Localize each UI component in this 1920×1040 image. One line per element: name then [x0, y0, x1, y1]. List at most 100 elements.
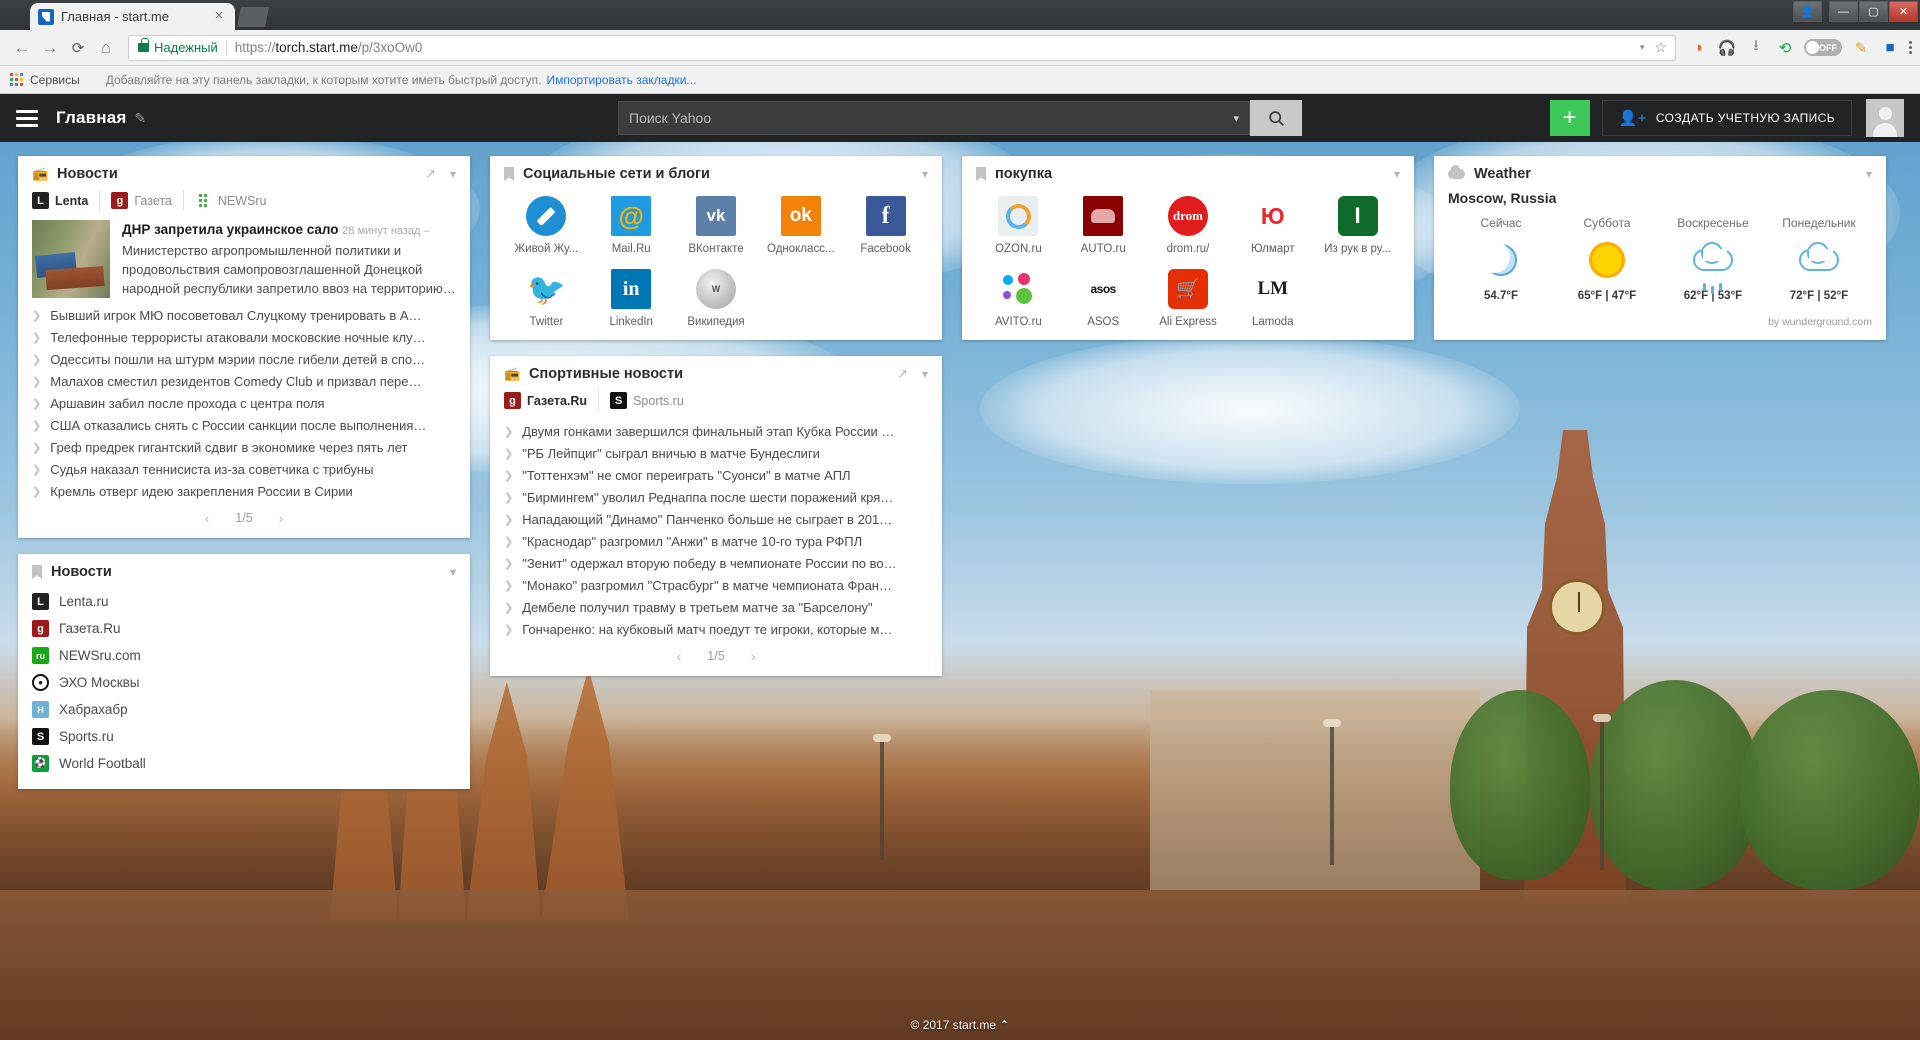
pager-next-icon[interactable]: › — [279, 510, 284, 526]
pager-prev-icon[interactable]: ‹ — [205, 510, 210, 526]
list-item[interactable]: ❯ "Зенит" одержал вторую победу в чемпион… — [504, 552, 928, 574]
featured-article[interactable]: ДНР запретила украинское сало 28 минут н… — [32, 220, 456, 298]
pager-next-icon[interactable]: › — [751, 648, 756, 664]
bookmark-star-icon[interactable]: ☆ — [1654, 39, 1667, 56]
list-item[interactable]: ❯ Одесситы пошли на штурм мэрии после гиб… — [32, 348, 456, 370]
list-item[interactable]: ❯ "РБ Лейпциг" сыграл вничью в матче Бунд… — [504, 442, 928, 464]
forward-icon[interactable]: → — [36, 34, 64, 62]
list-item[interactable]: H Хабрахабр — [32, 696, 456, 723]
tile-mailru[interactable]: @ Mail.Ru — [589, 196, 674, 255]
tile-livejournal[interactable]: Живой Жу... — [504, 196, 589, 255]
list-item[interactable]: S Sports.ru — [32, 723, 456, 750]
tile-twitter[interactable]: 🐦 Twitter — [504, 269, 589, 329]
list-item[interactable]: ❯ Аршавин забил после прохода с центра по… — [32, 392, 456, 414]
tile-asos[interactable]: asos ASOS — [1061, 269, 1146, 328]
tile-avito[interactable]: AVITO.ru — [976, 269, 1061, 328]
collapse-arrow-icon[interactable]: ⌃ — [999, 1018, 1009, 1032]
pencil-icon[interactable]: ✎ — [135, 110, 147, 127]
reload-icon[interactable]: ⟳ — [64, 34, 92, 62]
create-account-button[interactable]: 👤+ СОЗДАТЬ УЧЕТНУЮ ЗАПИСЬ — [1601, 100, 1852, 136]
list-item[interactable]: ❯ "Бирмингем" уволил Реднаппа после шести… — [504, 486, 928, 508]
address-bar[interactable]: Надежный https://torch.start.me/p/3xoOw0… — [128, 34, 1676, 61]
close-window-button[interactable]: ✕ — [1889, 1, 1918, 22]
tile-ulmart[interactable]: Ю Юлмарт — [1230, 196, 1315, 255]
tile-izrukvruki[interactable]: I Из рук в ру... — [1315, 196, 1400, 255]
download-icon[interactable]: ⭳ — [1746, 37, 1766, 58]
chevron-down-icon[interactable]: ▾ — [1640, 42, 1645, 53]
list-item[interactable]: ❯ "Краснодар" разгромил "Анжи" в матче 10… — [504, 530, 928, 552]
new-tab-button[interactable] — [237, 7, 269, 27]
list-item[interactable]: ❯ Гончаренко: на кубковый матч поедут те … — [504, 618, 928, 640]
startme-extension-icon[interactable]: ■ — [1880, 38, 1900, 58]
list-item[interactable]: ❯ Судья наказал теннисиста из-за советчик… — [32, 458, 456, 480]
feed-source-gazeta[interactable]: g Газета.Ru — [504, 390, 600, 411]
apps-grid-icon[interactable] — [10, 73, 23, 86]
list-item[interactable]: ❯ "Тоттенхэм" не смог переиграть "Суонси"… — [504, 464, 928, 486]
list-item[interactable]: ❯ Дембеле получил травму в третьем матче … — [504, 596, 928, 618]
home-icon[interactable]: ⌂ — [92, 34, 120, 62]
chevron-down-icon[interactable]: ▾ — [1233, 112, 1239, 125]
tile-lamoda[interactable]: LM Lamoda — [1230, 269, 1315, 328]
list-item[interactable]: ❯ Телефонные террористы атаковали московс… — [32, 326, 456, 348]
feed-source-sports[interactable]: S Sports.ru — [599, 390, 695, 411]
list-item[interactable]: ❯ Малахов сместил резидентов Comedy Club … — [32, 370, 456, 392]
add-widget-button[interactable]: + — [1549, 100, 1590, 136]
browser-tab[interactable]: Главная - start.me × — [30, 3, 235, 30]
mailru-icon: @ — [611, 196, 652, 236]
feed-source-gazeta[interactable]: g Газета — [100, 190, 184, 211]
tile-aliexpress[interactable]: 🛒 Ali Express — [1146, 269, 1231, 328]
vpn-toggle[interactable]: OFF — [1804, 39, 1842, 56]
chevron-down-icon[interactable]: ▾ — [450, 565, 456, 579]
tile-autoru[interactable]: AUTO.ru — [1061, 196, 1146, 255]
feed-source-lenta[interactable]: L Lenta — [32, 190, 101, 211]
list-item[interactable]: ● ЭХО Москвы — [32, 669, 456, 696]
tile-wikipedia[interactable]: W Википедия — [674, 269, 759, 328]
open-external-icon[interactable]: ↗ — [897, 366, 908, 382]
shield-icon[interactable]: ◑ — [1688, 38, 1708, 58]
chevron-down-icon[interactable]: ▾ — [1394, 167, 1400, 181]
search-input[interactable]: Поиск Yahoo ▾ — [618, 101, 1250, 135]
list-item-label: Кремль отверг идею закрепления России в … — [50, 483, 353, 499]
feed-source-newsru[interactable]: NEWSru — [184, 190, 278, 211]
tile-ozon[interactable]: OZON.ru — [976, 196, 1061, 255]
power-icon[interactable]: ⟲ — [1775, 38, 1795, 58]
chevron-down-icon[interactable]: ▾ — [1866, 167, 1872, 181]
list-item[interactable]: ❯ Двумя гонками завершился финальный этап… — [504, 420, 928, 442]
hamburger-icon[interactable] — [16, 109, 38, 127]
list-item[interactable]: ru NEWSru.com — [32, 642, 456, 669]
list-item[interactable]: ❯ Нападающий "Динамо" Панченко больше не … — [504, 508, 928, 530]
list-item[interactable]: ⚽ World Football — [32, 750, 456, 777]
list-item[interactable]: ❯ Греф предрек гигантский сдвиг в экономи… — [32, 436, 456, 458]
tile-odnoklassniki[interactable]: ok Однокласс... — [758, 196, 843, 255]
minimize-button[interactable]: — — [1829, 1, 1858, 22]
tile-linkedin[interactable]: in LinkedIn — [589, 269, 674, 328]
open-external-icon[interactable]: ↗ — [425, 166, 436, 182]
search-button[interactable] — [1250, 100, 1302, 136]
browser-menu-kebab-icon[interactable] — [1909, 41, 1912, 54]
apps-label[interactable]: Сервисы — [30, 73, 80, 87]
tab-close-icon[interactable]: × — [211, 8, 227, 25]
pager-prev-icon[interactable]: ‹ — [677, 648, 682, 664]
back-icon[interactable]: ← — [8, 34, 36, 62]
avatar[interactable] — [1866, 99, 1904, 137]
tile-drom[interactable]: drom drom.ru/ — [1146, 196, 1231, 255]
list-item[interactable]: ❯ Кремль отверг идею закрепления России в… — [32, 480, 456, 502]
tile-facebook[interactable]: f Facebook — [843, 196, 928, 255]
list-item[interactable]: L Lenta.ru — [32, 588, 456, 615]
chevron-down-icon[interactable]: ▾ — [450, 167, 456, 181]
import-bookmarks-link[interactable]: Импортировать закладки... — [547, 73, 697, 87]
list-item[interactable]: ❯ Бывший игрок МЮ посоветовал Слуцкому тр… — [32, 304, 456, 326]
maximize-button[interactable]: ▢ — [1859, 1, 1888, 22]
tile-vk[interactable]: vk ВКонтакте — [674, 196, 759, 255]
article-title[interactable]: ДНР запретила украинское сало — [122, 222, 339, 237]
chevron-down-icon[interactable]: ▾ — [922, 167, 928, 181]
list-item[interactable]: ❯ "Монако" разгромил "Страсбург" в матче … — [504, 574, 928, 596]
chevron-down-icon[interactable]: ▾ — [922, 367, 928, 381]
list-item[interactable]: ❯ США отказались снять с России санкции п… — [32, 414, 456, 436]
highlighter-icon[interactable]: ✎ — [1851, 38, 1871, 58]
headphones-icon[interactable]: 🎧 — [1717, 38, 1737, 58]
list-item[interactable]: g Газета.Ru — [32, 615, 456, 642]
chrome-profile-icon[interactable]: 👤 — [1793, 1, 1822, 22]
widget-header: Новости ▾ — [32, 564, 456, 580]
chevron-right-icon: ❯ — [504, 579, 514, 592]
